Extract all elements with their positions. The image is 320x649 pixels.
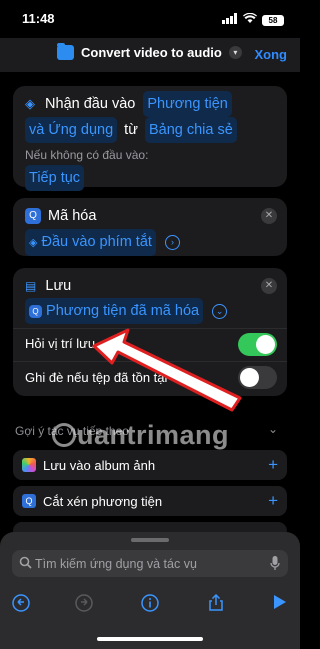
home-indicator [97, 637, 203, 641]
info-icon[interactable] [138, 594, 162, 618]
toggle-knob [240, 368, 259, 387]
share-icon[interactable] [204, 593, 228, 618]
apps-type-token[interactable]: và Ứng dụng [25, 117, 118, 143]
search-icon [19, 556, 32, 574]
play-icon[interactable] [267, 594, 291, 618]
receive-label: Nhận đầu vào [45, 96, 136, 112]
trim-media-icon: Q [22, 494, 36, 508]
done-button[interactable]: Xong [255, 47, 288, 62]
watermark-logo-icon [52, 423, 76, 447]
status-bar: 11:48 58 [0, 0, 300, 38]
editor-toolbar [0, 593, 300, 622]
suggestion-label: Lưu vào album ảnh [43, 458, 156, 473]
actions-bottom-sheet [0, 532, 300, 649]
toggle-knob [256, 335, 275, 354]
from-label: từ [124, 122, 138, 138]
encoded-media-token[interactable]: Q Phương tiện đã mã hóa [25, 298, 204, 324]
no-input-label: Nếu không có đầu vào: [25, 148, 149, 162]
search-input[interactable] [35, 550, 260, 577]
encode-title: Mã hóa [48, 208, 97, 224]
ask-location-toggle[interactable] [238, 333, 277, 356]
continue-token[interactable]: Tiếp tục [25, 165, 85, 191]
encode-action-icon: Q [29, 304, 42, 318]
watermark-text: uantrimang [77, 420, 230, 450]
remove-save-button[interactable]: ✕ [261, 278, 277, 294]
overwrite-toggle[interactable] [238, 366, 277, 389]
ask-location-label: Hỏi vị trí lưu [25, 336, 96, 351]
shortcut-title-menu[interactable]: Convert video to audio ▾ [57, 43, 242, 60]
suggestion-label: Cắt xén phương tiện [43, 494, 163, 509]
media-type-token[interactable]: Phương tiện [143, 91, 232, 117]
folder-icon [57, 43, 74, 60]
status-icons: 58 [222, 11, 284, 29]
chevron-down-icon[interactable]: ▾ [228, 46, 242, 59]
wifi-icon [243, 11, 257, 29]
overwrite-label: Ghi đè nếu tệp đã tồn tại [25, 370, 168, 385]
shortcut-input-label: Đầu vào phím tắt [41, 234, 152, 250]
save-title: Lưu [45, 278, 72, 294]
layers-icon: ◈ [25, 96, 35, 111]
save-file-icon: ▤ [25, 279, 37, 293]
shortcut-input-token[interactable]: ◈ Đầu vào phím tắt [25, 229, 156, 256]
chevron-down-icon[interactable]: ⌄ [212, 303, 228, 319]
battery-icon: 58 [262, 14, 284, 26]
photos-icon [22, 458, 36, 472]
encoded-media-label: Phương tiện đã mã hóa [46, 303, 200, 319]
plus-icon[interactable]: + [268, 455, 278, 475]
chevron-right-icon[interactable]: › [164, 234, 180, 250]
suggestion-save-to-album[interactable]: Lưu vào album ảnh + [13, 450, 287, 480]
undo-icon[interactable] [9, 594, 33, 618]
plus-icon[interactable]: + [268, 491, 278, 511]
remove-encode-button[interactable]: ✕ [261, 208, 277, 224]
receive-input-card[interactable]: ◈ Nhận đầu vào Phương tiện và Ứng dụng t… [13, 86, 287, 191]
encode-action-icon: Q [25, 208, 41, 225]
status-time: 11:48 [22, 11, 55, 26]
chevron-down-icon[interactable]: ⌄ [268, 422, 278, 436]
microphone-icon[interactable] [270, 556, 280, 576]
share-sheet-token[interactable]: Bảng chia sẻ [144, 117, 237, 143]
nav-bar: Convert video to audio ▾ Xong [0, 38, 300, 72]
encode-action-card[interactable]: Q Mã hóa ✕ ◈ Đầu vào phím tắt › [13, 198, 287, 256]
watermark: uantrimang [52, 420, 229, 451]
save-action-card[interactable]: ▤ Lưu ✕ Q Phương tiện đã mã hóa ⌄ Hỏi vị… [13, 268, 287, 396]
editor-content: ◈ Nhận đầu vào Phương tiện và Ứng dụng t… [0, 72, 300, 540]
divider [13, 361, 287, 362]
suggestion-trim-media[interactable]: Q Cắt xén phương tiện + [13, 486, 287, 516]
shortcut-title: Convert video to audio [81, 45, 222, 60]
search-bar[interactable] [12, 550, 288, 577]
divider [13, 328, 287, 329]
sheet-grabber[interactable] [131, 538, 169, 542]
layers-icon: ◈ [29, 237, 38, 249]
redo-icon[interactable] [72, 594, 96, 618]
signal-icon [222, 11, 238, 29]
